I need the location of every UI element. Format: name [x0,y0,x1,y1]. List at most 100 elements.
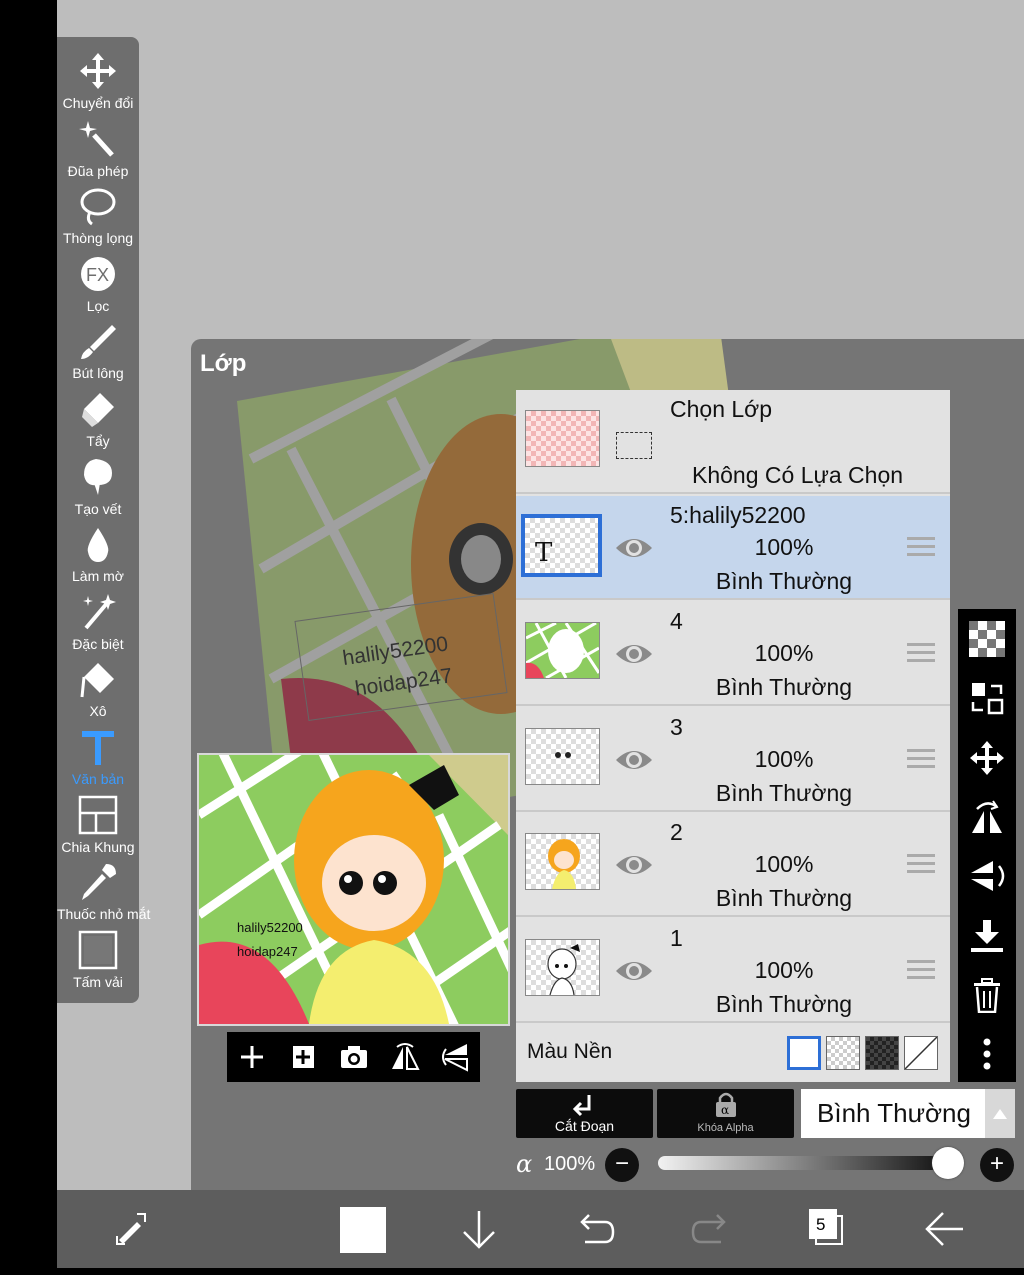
layers-list: Chọn Lớp Không Có Lựa Chọn T 5:halily5220… [516,390,950,1082]
drag-handle-icon[interactable] [907,959,935,981]
layer-preview[interactable]: halily52200 hoidap247 [197,753,510,1026]
tool-canvas[interactable]: Tấm vải [57,930,139,996]
tool-bucket[interactable]: Xô [57,659,139,725]
opacity-value: 100% [544,1153,596,1175]
tool-fx-filter[interactable]: FX Lọc [57,254,139,320]
preview-eye-highlight [378,875,386,883]
layers-button[interactable]: 5 [804,1206,850,1252]
layer-opacity: 100% [754,745,814,772]
frame-divider-icon [78,795,118,834]
background-color-label: Màu Nền [527,1040,613,1063]
trash-button[interactable] [969,977,1005,1014]
blend-mode-select[interactable]: Bình Thường [801,1089,985,1138]
eye-icon[interactable] [614,534,654,562]
layer-opacity: 100% [754,851,814,878]
layer-row[interactable]: 3 100% Bình Thường [516,708,950,812]
tool-move-arrows[interactable]: Chuyển đổi [57,51,139,117]
preview-character-eye-right [373,871,397,895]
checkerboard-button[interactable] [969,621,1005,657]
tool-frame-divider[interactable]: Chia Khung [57,795,139,861]
layer-name: 3 [670,713,683,740]
tool-label: Tấm vải [73,973,123,990]
bg-swatch-checker-dark[interactable] [865,1036,899,1070]
back-button[interactable] [921,1206,967,1252]
add-layer-copy-button[interactable] [287,1041,319,1073]
tool-blur-drop[interactable]: Làm mờ [57,524,139,590]
tool-text-tool[interactable]: Văn bản [57,727,139,793]
tool-eraser[interactable]: Tẩy [57,389,139,455]
eye-icon[interactable] [614,957,654,985]
thumb-color-art [548,839,580,890]
tool-label: Thuốc nhỏ mắt [57,906,151,923]
camera-button[interactable] [338,1041,370,1073]
eye-icon[interactable] [614,746,654,774]
tool-label: Đặc biệt [72,635,124,652]
layer-row[interactable]: 2 100% Bình Thường [516,813,950,918]
tool-smudge[interactable]: Tạo vết [57,457,139,523]
clipping-button[interactable]: Cắt Đoạn [516,1089,653,1138]
redo-button[interactable] [689,1206,735,1252]
layer-thumbnail [525,833,600,891]
opacity-plus-button[interactable]: + [980,1148,1014,1182]
pen-eraser-swap-icon [116,1213,146,1245]
bg-swatch-none[interactable] [904,1036,938,1070]
tool-magic-wand[interactable]: Đũa phép [57,119,139,185]
tool-brush[interactable]: Bút lông [57,321,139,387]
selection-subtitle: Không Có Lựa Chọn [692,462,904,488]
layer-row[interactable]: T 5:halily52200 100% Bình Thường [516,496,950,600]
tool-eyedropper[interactable]: Thuốc nhỏ mắt [57,862,151,928]
selection-layer-row[interactable]: Chọn Lớp Không Có Lựa Chọn [516,390,950,494]
transform-toggle-button[interactable] [109,1206,155,1252]
layer-thumbnail [525,621,600,679]
layer-blend-mode: Bình Thường [715,568,853,594]
tool-special-sparkle[interactable]: Đặc biệt [57,592,139,658]
flip-horizontal-icon [392,1043,420,1070]
drag-handle-icon[interactable] [907,853,935,875]
bg-swatch-checker-light[interactable] [826,1036,860,1070]
flip-vertical-icon [442,1044,468,1072]
add-layer-button[interactable] [236,1041,268,1073]
layer-row[interactable]: 4 100% Bình Thường [516,602,950,706]
eye-icon[interactable] [614,851,654,879]
swap-layer-button[interactable] [969,680,1005,716]
opacity-minus-button[interactable]: − [605,1148,639,1182]
layer-name: 5:halily52200 [670,502,806,528]
alpha-symbol: α [516,1150,533,1178]
move-button[interactable] [969,740,1005,776]
tool-lasso[interactable]: Thòng lọng [57,186,139,252]
bg-swatch-white[interactable] [787,1036,821,1070]
opacity-slider-knob[interactable] [932,1147,964,1179]
camera-icon [341,1046,367,1068]
layer-row[interactable]: 1 100% Bình Thường [516,919,950,1024]
drag-handle-icon[interactable] [907,536,935,558]
layer-blend-mode: Bình Thường [715,991,853,1018]
undo-icon [580,1214,615,1244]
blend-mode-arrow-button[interactable] [985,1089,1015,1138]
layer-name: 1 [670,925,683,952]
merge-down-icon [971,919,1003,952]
more-vertical-button[interactable] [969,1036,1005,1072]
flip-rotate-horizontal-icon [972,800,1002,833]
redo-icon [691,1214,726,1244]
drag-handle-icon[interactable] [907,748,935,770]
layer-blend-mode: Bình Thường [715,779,853,806]
color-swatch-button[interactable] [340,1207,386,1253]
layer-blend-mode: Bình Thường [715,885,853,912]
eye-icon[interactable] [614,640,654,668]
undo-button[interactable] [571,1206,617,1252]
flip-rotate-horizontal-button[interactable] [969,799,1005,835]
swap-layer-icon [971,683,1004,715]
add-layer-copy-icon [293,1046,314,1068]
blur-drop-icon [87,528,109,563]
merge-down-button[interactable] [969,918,1005,954]
flip-rotate-vertical-button[interactable] [969,858,1005,894]
opacity-row: α 100% − + [516,1146,1016,1184]
alpha-lock-button[interactable]: α Khóa Alpha [657,1089,794,1138]
down-arrow-button[interactable] [456,1206,502,1252]
drag-handle-icon[interactable] [907,642,935,664]
flip-horizontal-button[interactable] [389,1041,421,1073]
layer-thumbnail [525,727,600,785]
opacity-slider[interactable] [658,1147,964,1179]
more-vertical-icon [983,1038,991,1070]
flip-vertical-button[interactable] [440,1041,472,1073]
